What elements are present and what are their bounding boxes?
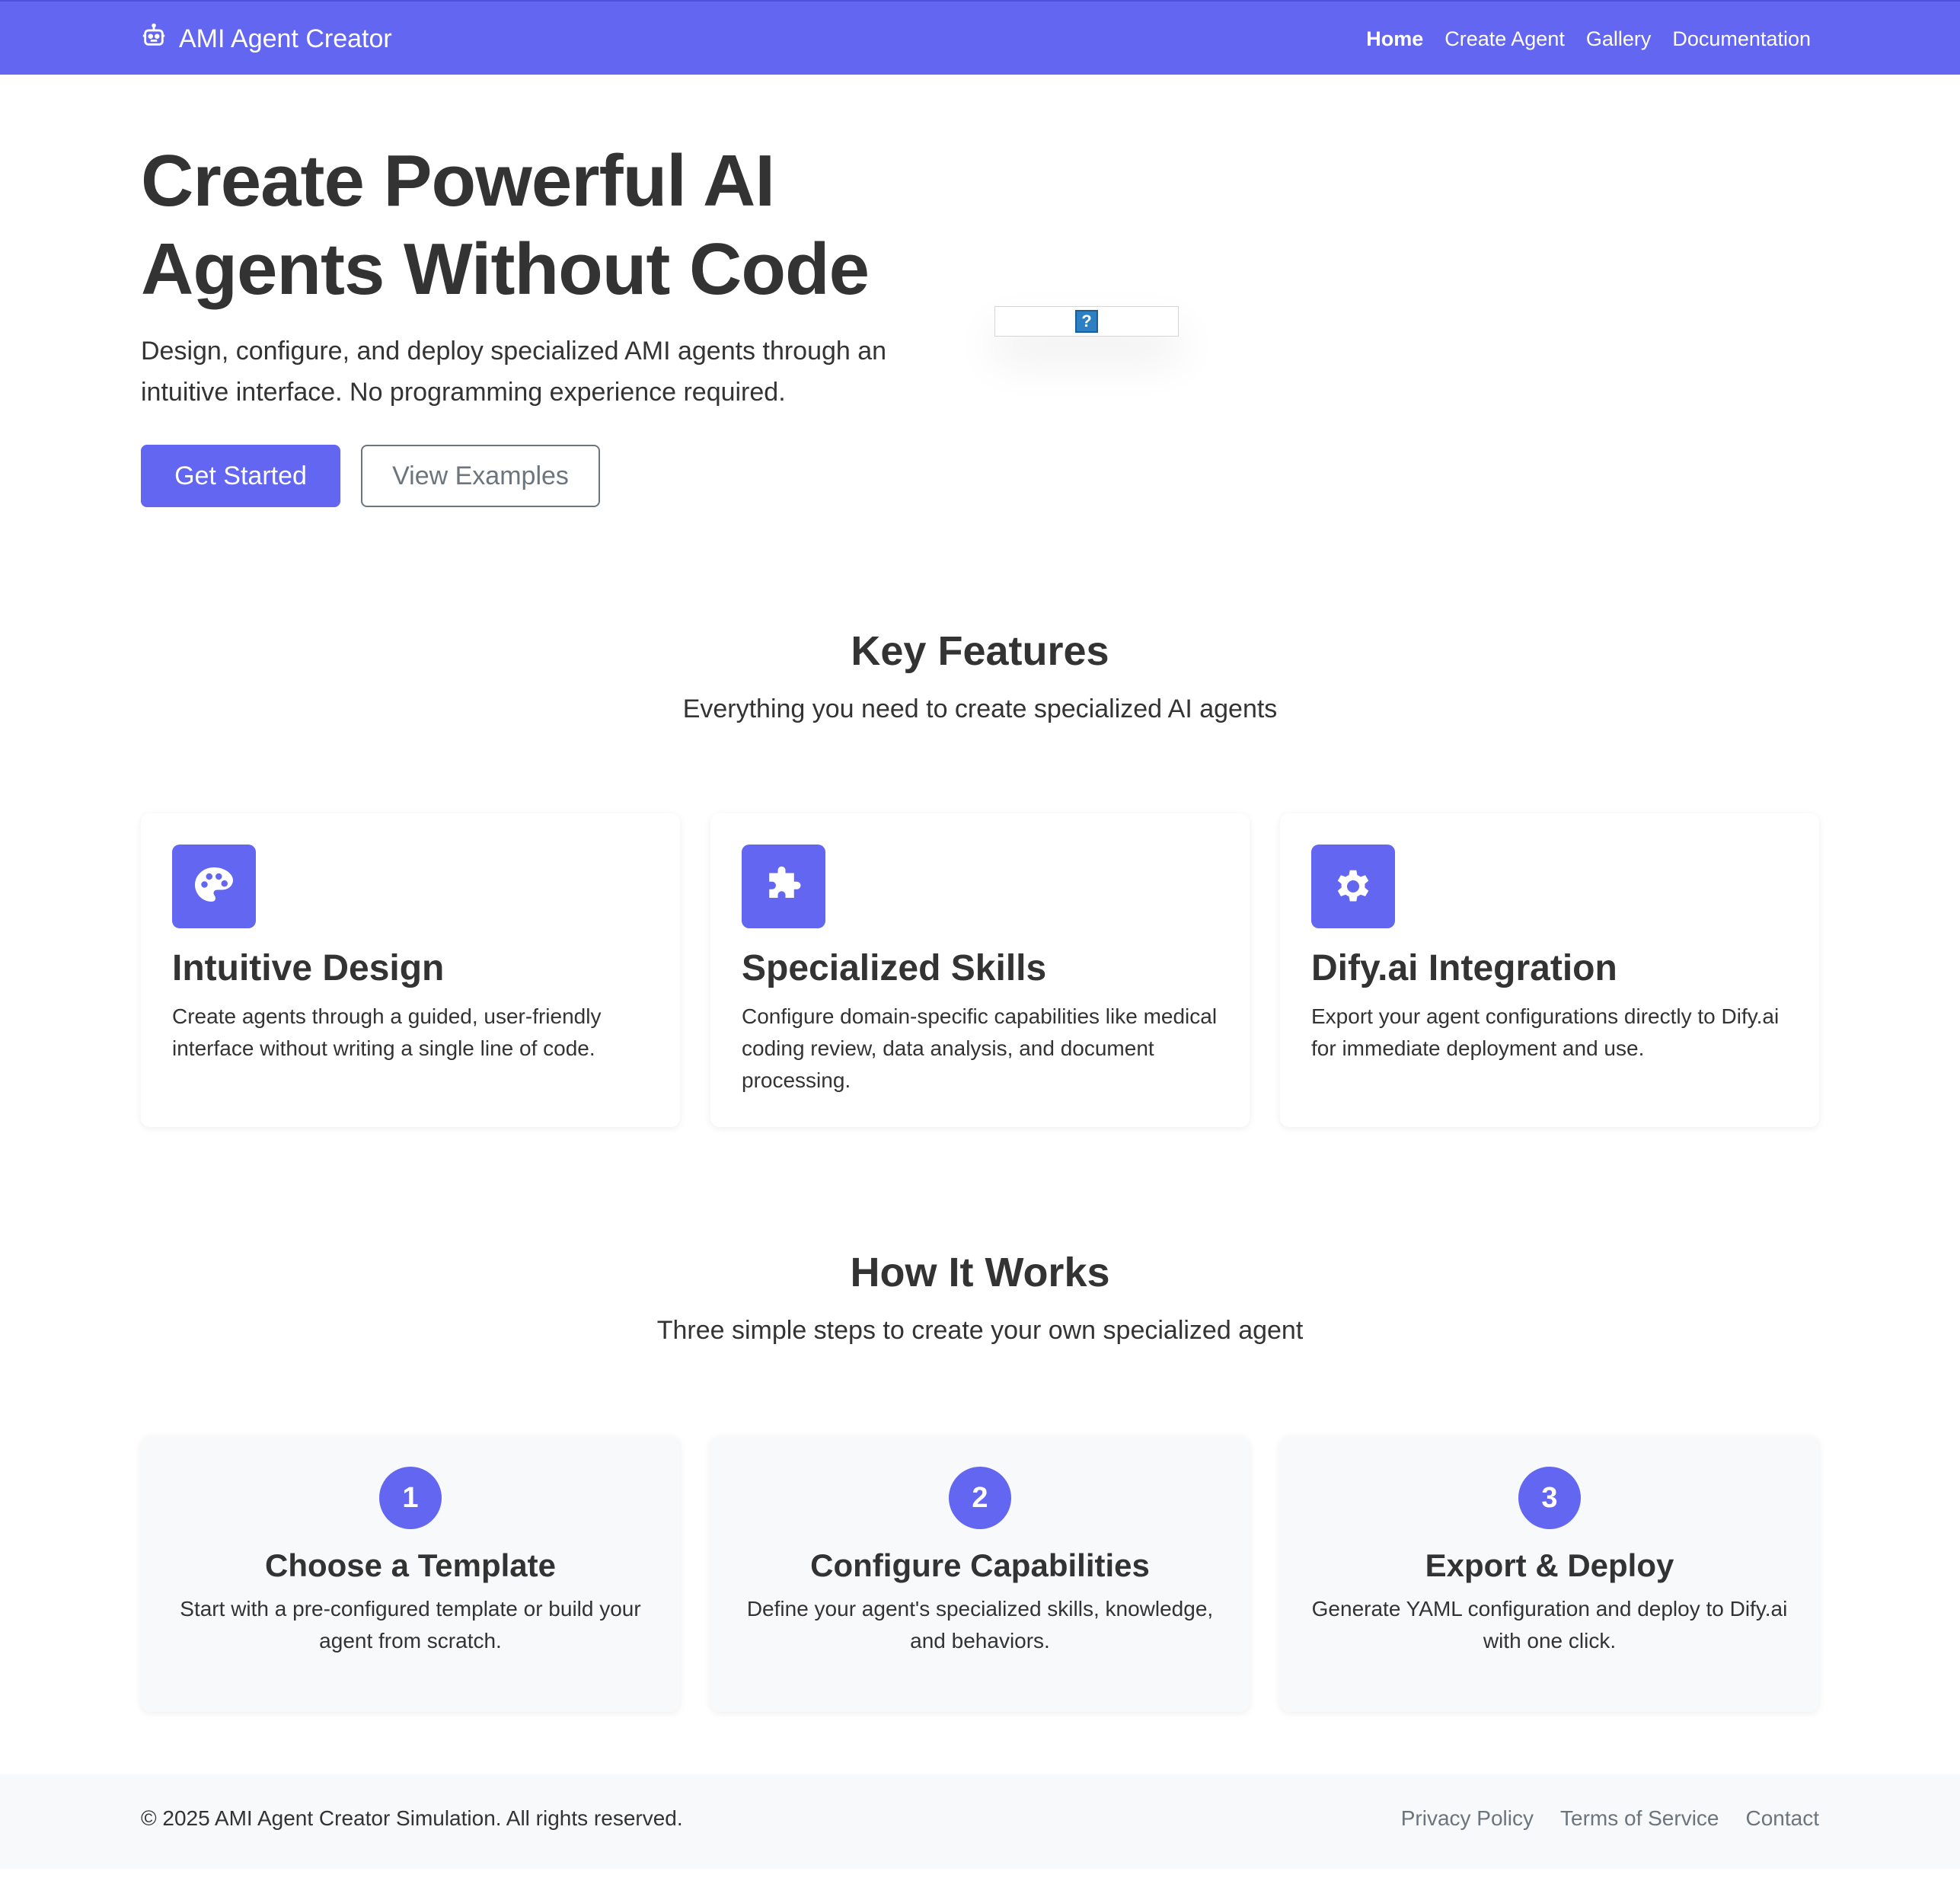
hero-title: Create Powerful AI Agents Without Code	[141, 140, 870, 310]
navbar: AMI Agent Creator Home Create Agent Gall…	[0, 0, 1960, 75]
footer: © 2025 AMI Agent Creator Simulation. All…	[0, 1774, 1960, 1869]
step-card-1: 1 Choose a Template Start with a pre-con…	[141, 1436, 680, 1712]
how-it-works-title: How It Works	[850, 1250, 1110, 1295]
feature-card-dify-integration: Dify.ai Integration Export your agent co…	[1280, 813, 1819, 1127]
feature-title: Intuitive Design	[172, 948, 445, 988]
feature-card-intuitive-design: Intuitive Design Create agents through a…	[141, 813, 680, 1127]
step-card-3: 3 Export & Deploy Generate YAML configur…	[1280, 1436, 1819, 1712]
footer-links: Privacy Policy Terms of Service Contact	[1401, 1806, 1819, 1831]
step-title: Choose a Template	[265, 1547, 556, 1583]
brand-name: AMI Agent Creator	[179, 24, 392, 53]
palette-icon	[172, 845, 256, 928]
feature-card-specialized-skills: Specialized Skills Configure domain-spec…	[710, 813, 1250, 1127]
nav-link-documentation[interactable]: Documentation	[1672, 27, 1811, 51]
step-description: Start with a pre-configured template or …	[180, 1597, 641, 1652]
feature-title: Dify.ai Integration	[1311, 948, 1617, 988]
feature-title: Specialized Skills	[742, 948, 1047, 988]
view-examples-button[interactable]: View Examples	[361, 445, 600, 507]
footer-link-terms-of-service[interactable]: Terms of Service	[1560, 1806, 1719, 1831]
step-description: Define your agent's specialized skills, …	[746, 1597, 1214, 1652]
feature-description: Configure domain-specific capabilities l…	[742, 1004, 1218, 1092]
footer-link-privacy-policy[interactable]: Privacy Policy	[1401, 1806, 1534, 1831]
step-title: Export & Deploy	[1425, 1547, 1674, 1583]
step-description: Generate YAML configuration and deploy t…	[1311, 1597, 1788, 1652]
nav-links: Home Create Agent Gallery Documentation	[1366, 21, 1811, 56]
step-card-2: 2 Configure Capabilities Define your age…	[710, 1436, 1250, 1712]
robot-icon	[141, 23, 167, 56]
feature-description: Create agents through a guided, user-fri…	[172, 1004, 602, 1060]
nav-link-home[interactable]: Home	[1366, 27, 1423, 51]
gear-icon	[1311, 845, 1395, 928]
step-number-badge: 2	[949, 1467, 1011, 1529]
step-number-badge: 1	[379, 1467, 442, 1529]
footer-link-contact[interactable]: Contact	[1746, 1806, 1820, 1831]
step-number-badge: 3	[1518, 1467, 1581, 1529]
broken-image-icon: ?	[1075, 310, 1098, 333]
feature-description: Export your agent configurations directl…	[1311, 1004, 1780, 1060]
hero-subtitle: Design, configure, and deploy specialize…	[141, 337, 887, 407]
nav-link-create-agent[interactable]: Create Agent	[1444, 27, 1565, 51]
brand-link[interactable]: AMI Agent Creator	[141, 21, 392, 56]
hero-image-broken: ?	[994, 306, 1179, 337]
puzzle-icon	[742, 845, 825, 928]
features-title: Key Features	[851, 628, 1109, 674]
features-subtitle: Everything you need to create specialize…	[682, 695, 1278, 723]
how-it-works-subtitle: Three simple steps to create your own sp…	[656, 1316, 1304, 1345]
step-title: Configure Capabilities	[810, 1547, 1150, 1583]
copyright-text: © 2025 AMI Agent Creator Simulation. All…	[141, 1806, 683, 1830]
get-started-button[interactable]: Get Started	[141, 445, 340, 507]
nav-link-gallery[interactable]: Gallery	[1586, 27, 1652, 51]
